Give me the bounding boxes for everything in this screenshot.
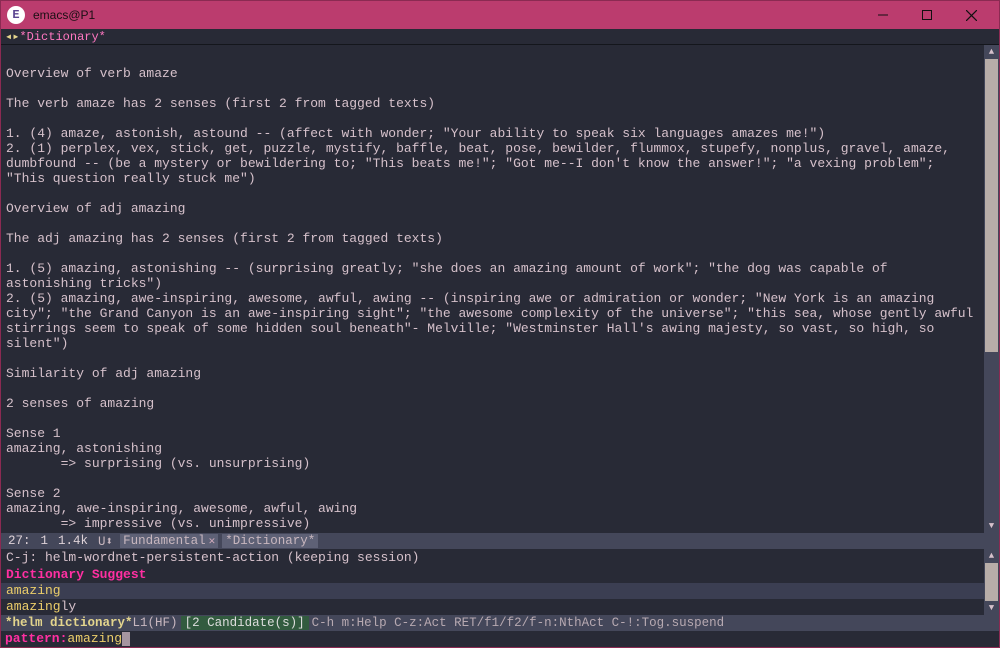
helm-main: C-j: helm-wordnet-persistent-action (kee… xyxy=(1,549,984,615)
helm-match: amazing xyxy=(6,599,61,614)
modeline-helm: *helm dictionary* L1 (HF) [2 Candidate(s… xyxy=(1,615,999,630)
minimize-button[interactable] xyxy=(861,1,905,29)
helm-scrollbar[interactable]: ▲ ▼ xyxy=(984,549,999,615)
scrollbar-thumb[interactable] xyxy=(985,563,998,601)
maximize-button[interactable] xyxy=(905,1,949,29)
editor-area: Overview of verb amaze The verb amaze ha… xyxy=(1,45,999,533)
dictionary-buffer[interactable]: Overview of verb amaze The verb amaze ha… xyxy=(1,45,984,533)
buffer-tab-row: ◂▸ *Dictionary* xyxy=(1,29,999,45)
scrollbar-thumb[interactable] xyxy=(985,59,998,352)
minibuffer[interactable]: pattern: amazing xyxy=(1,631,999,647)
helm-source-header: Dictionary Suggest xyxy=(1,567,984,583)
modeline-bufname-text: *Dictionary* xyxy=(225,534,315,548)
main-scrollbar[interactable]: ▲ ▼ xyxy=(984,45,999,533)
modeline-major-mode[interactable]: Fundamental ✕ xyxy=(120,534,218,548)
helm-position: L1 xyxy=(133,616,148,630)
close-icon xyxy=(966,10,977,21)
helm-candidates-list: amazing amazingly xyxy=(1,583,984,615)
helm-match: amazing xyxy=(6,583,61,598)
helm-persistent-action-hint: C-j: helm-wordnet-persistent-action (kee… xyxy=(1,549,984,567)
buffer-tab-name[interactable]: *Dictionary* xyxy=(19,30,105,44)
scroll-down-icon[interactable]: ▼ xyxy=(984,519,999,533)
minibuffer-input[interactable]: amazing xyxy=(67,631,122,646)
modeline-flag: U⬍ xyxy=(93,533,118,549)
window-title: emacs@P1 xyxy=(33,8,95,22)
emacs-app-icon: E xyxy=(7,6,25,24)
scroll-up-icon[interactable]: ▲ xyxy=(984,549,999,563)
emacs-window: E emacs@P1 ◂▸ *Dictionary* Overview of v… xyxy=(0,0,1000,648)
modeline-col: 1 xyxy=(36,534,54,548)
helm-keyhints: C-h m:Help C-z:Act RET/f1/f2/f-n:NthAct … xyxy=(312,616,725,630)
close-button[interactable] xyxy=(949,1,993,29)
helm-candidate-count: [2 Candidate(s)] xyxy=(181,616,309,630)
modeline-main: 27: 1 1.4k U⬍ Fundamental ✕ *Dictionary* xyxy=(1,533,999,549)
modeline-buffer-name[interactable]: *Dictionary* xyxy=(222,534,318,548)
scroll-down-icon[interactable]: ▼ xyxy=(984,601,999,615)
helm-candidate[interactable]: amazingly xyxy=(1,599,984,615)
helm-buffer-name: *helm dictionary* xyxy=(5,616,133,630)
scroll-up-icon[interactable]: ▲ xyxy=(984,45,999,59)
helm-candidate[interactable]: amazing xyxy=(1,583,984,599)
mode-close-icon[interactable]: ✕ xyxy=(209,534,216,548)
maximize-icon xyxy=(922,10,932,20)
tab-marker-icon: ◂▸ xyxy=(5,29,19,44)
modeline-line: 27: xyxy=(3,534,36,548)
window-titlebar[interactable]: E emacs@P1 xyxy=(1,1,999,29)
mode-name: Fundamental xyxy=(123,534,206,548)
helm-panel: C-j: helm-wordnet-persistent-action (kee… xyxy=(1,549,999,615)
helm-encoding: (HF) xyxy=(148,616,178,630)
minimize-icon xyxy=(878,10,888,20)
minibuffer-prompt: pattern: xyxy=(5,631,67,646)
text-cursor xyxy=(122,632,130,646)
helm-rest: ly xyxy=(61,599,77,614)
modeline-size: 1.4k xyxy=(53,534,93,548)
